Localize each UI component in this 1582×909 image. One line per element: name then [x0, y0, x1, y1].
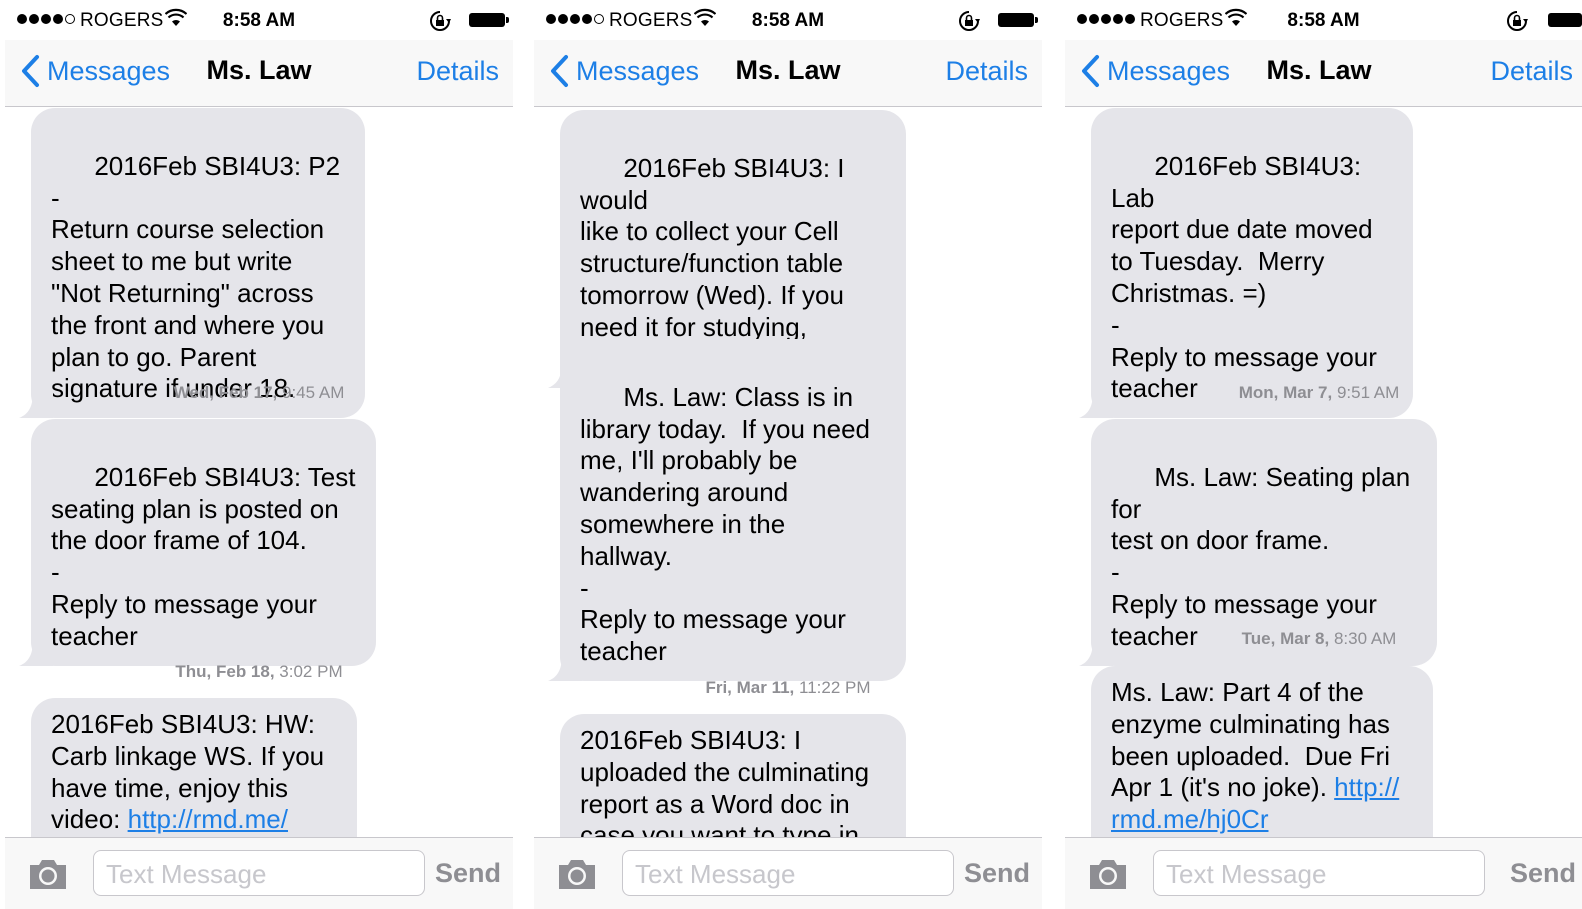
phone-screen-1: ROGERS 8:58 AM Messages Ms. Law Details …: [5, 0, 513, 909]
message-composer: Text Message Send: [534, 837, 1042, 909]
battery-icon: [998, 13, 1038, 27]
message-thread[interactable]: 2016Feb SBI4U3: I would like to collect …: [534, 106, 1042, 837]
send-button[interactable]: Send: [964, 858, 1030, 889]
timestamp: Tue, Mar 8, 8:30 AM: [1241, 629, 1397, 648]
phone-screen-2: ROGERS 8:58 AM Messages Ms. Law Details …: [534, 0, 1042, 909]
camera-icon[interactable]: [27, 856, 69, 892]
nav-bar: Messages Ms. Law Details: [1065, 40, 1582, 107]
camera-icon[interactable]: [1087, 856, 1129, 892]
orientation-lock-icon: [430, 11, 451, 31]
message-bubble: 2016Feb SBI4U3: HW: Carb linkage WS. If …: [31, 698, 357, 837]
status-bar: ROGERS 8:58 AM: [5, 0, 513, 40]
message-thread[interactable]: 2016Feb SBI4U3: P2 - Return course selec…: [5, 106, 513, 837]
status-bar: ROGERS 8:58 AM: [534, 0, 1042, 40]
camera-icon[interactable]: [556, 856, 598, 892]
orientation-lock-icon: [959, 11, 980, 31]
battery-icon: [1548, 13, 1582, 27]
timestamp: Fri, Mar 11, 11:22 PM: [705, 678, 871, 697]
timestamp: Mon, Mar 7, 9:51 AM: [1238, 383, 1400, 402]
orientation-lock-icon: [1507, 11, 1528, 31]
message-link[interactable]: http://rmd.me/: [128, 804, 288, 834]
message-bubble: Ms. Law: Part 4 of the enzyme culminatin…: [1091, 666, 1433, 837]
message-input[interactable]: Text Message: [1153, 850, 1485, 896]
message-bubble: 2016Feb SBI4U3: Test seating plan is pos…: [19, 419, 376, 666]
message-input[interactable]: Text Message: [622, 850, 954, 896]
message-input[interactable]: Text Message: [93, 850, 425, 896]
timestamp: Wed, Feb 17, 9:45 AM: [173, 383, 345, 402]
message-composer: Text Message Send: [5, 837, 513, 909]
message-bubble: 2016Feb SBI4U3: Lab report due date move…: [1079, 108, 1413, 419]
message-thread[interactable]: 2016Feb SBI4U3: Lab report due date move…: [1065, 106, 1582, 837]
details-button[interactable]: Details: [416, 56, 499, 87]
details-button[interactable]: Details: [1490, 56, 1573, 87]
nav-bar: Messages Ms. Law Details: [534, 40, 1042, 107]
timestamp: Thu, Feb 18, 3:02 PM: [175, 662, 343, 681]
nav-bar: Messages Ms. Law Details: [5, 40, 513, 107]
send-button[interactable]: Send: [1510, 858, 1576, 889]
phone-screen-3: ROGERS 8:58 AM Messages Ms. Law Details …: [1065, 0, 1582, 909]
status-bar: ROGERS 8:58 AM: [1065, 0, 1582, 40]
battery-icon: [469, 13, 509, 27]
details-button[interactable]: Details: [945, 56, 1028, 87]
status-time: 8:58 AM: [1287, 10, 1360, 31]
send-button[interactable]: Send: [435, 858, 501, 889]
message-bubble: Ms. Law: Class is in library today. If y…: [548, 339, 906, 681]
message-bubble: 2016Feb SBI4U3: I uploaded the culminati…: [560, 714, 906, 837]
message-bubble: 2016Feb SBI4U3: P2 - Return course selec…: [19, 108, 365, 419]
message-composer: Text Message Send: [1065, 837, 1582, 909]
